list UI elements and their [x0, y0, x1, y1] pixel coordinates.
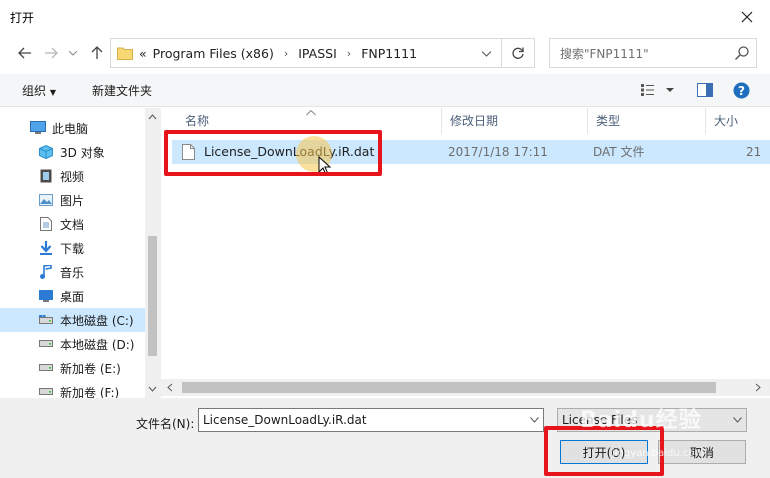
chevron-down-icon	[69, 50, 77, 56]
chevron-down-icon[interactable]	[530, 417, 539, 423]
close-icon	[741, 11, 753, 23]
nav-label: 本地磁盘 (C:)	[60, 313, 134, 328]
drive-icon	[38, 384, 54, 398]
up-button[interactable]	[86, 42, 108, 64]
refresh-icon	[512, 47, 524, 59]
nav-label: 新加卷 (F:)	[60, 385, 120, 399]
chevron-down-icon	[733, 417, 742, 423]
search-input[interactable]: 搜索"FNP1111"	[549, 38, 757, 68]
new-folder-button[interactable]: 新建文件夹	[92, 82, 152, 99]
command-toolbar: 组织 ▼ 新建文件夹 ?	[0, 74, 770, 107]
svg-text:?: ?	[738, 84, 745, 98]
nav-item-pictures[interactable]: 图片	[0, 188, 145, 212]
desktop-icon	[38, 288, 54, 304]
filename-value: License_DownLoadLy.iR.dat	[203, 413, 367, 427]
document-icon	[38, 216, 54, 232]
download-icon	[38, 240, 54, 256]
file-size: 21	[746, 145, 762, 159]
drive-icon	[38, 312, 54, 328]
nav-label: 音乐	[60, 265, 85, 280]
music-icon	[38, 264, 54, 280]
filename-label: 文件名(N):	[136, 417, 195, 431]
file-modified: 2017/1/18 17:11	[448, 145, 548, 159]
drive-icon	[38, 360, 54, 376]
navigation-pane: 此电脑 3D 对象 视频 图片 文档 下载 音乐 桌面 本地磁盘 (C:) 本地…	[0, 108, 160, 398]
search-icon[interactable]	[734, 45, 750, 61]
nav-label: 本地磁盘 (D:)	[60, 337, 135, 352]
preview-pane-button[interactable]	[697, 83, 713, 97]
nav-item-drive-c[interactable]: 本地磁盘 (C:)	[0, 308, 145, 332]
details-view-icon	[641, 84, 674, 96]
forward-button[interactable]	[40, 42, 62, 64]
recent-dropdown-button[interactable]	[62, 42, 84, 64]
nav-label: 视频	[60, 169, 85, 184]
nav-item-downloads[interactable]: 下载	[0, 236, 145, 260]
file-type: DAT 文件	[593, 145, 645, 159]
refresh-button[interactable]	[502, 38, 535, 68]
scroll-left-icon[interactable]	[164, 379, 176, 396]
nav-label: 桌面	[60, 289, 85, 304]
back-button[interactable]	[14, 42, 36, 64]
breadcrumb-overflow[interactable]: «	[139, 46, 147, 61]
breadcrumb-fnp1111[interactable]: FNP1111	[361, 46, 417, 61]
nav-item-drive-d[interactable]: 本地磁盘 (D:)	[0, 332, 145, 356]
highlight-box-file	[164, 130, 382, 176]
scroll-right-icon[interactable]	[752, 379, 764, 396]
watermark-logo: Baidu经验	[580, 408, 702, 433]
breadcrumb-separator: ›	[346, 46, 352, 60]
address-bar[interactable]: « Program Files (x86) › IPASSI › FNP1111	[110, 38, 502, 68]
breadcrumb-ipassi[interactable]: IPASSI	[298, 46, 337, 61]
view-options-button[interactable]	[640, 83, 676, 97]
scroll-up-icon[interactable]	[145, 112, 160, 122]
column-header-modified[interactable]: 修改日期	[442, 108, 588, 134]
horizontal-scroll-thumb[interactable]	[182, 382, 716, 393]
help-button[interactable]: ?	[733, 82, 750, 99]
column-header-type[interactable]: 类型	[588, 108, 706, 134]
nav-item-3d-objects[interactable]: 3D 对象	[0, 140, 145, 164]
filename-input[interactable]: License_DownLoadLy.iR.dat	[198, 408, 544, 432]
nav-item-documents[interactable]: 文档	[0, 212, 145, 236]
close-button[interactable]	[724, 0, 770, 34]
organize-menu-button[interactable]: 组织 ▼	[22, 82, 56, 99]
nav-item-music[interactable]: 音乐	[0, 260, 145, 284]
search-placeholder: 搜索"FNP1111"	[560, 46, 649, 61]
preview-pane-icon	[697, 83, 713, 97]
picture-icon	[38, 192, 54, 208]
nav-label: 图片	[60, 193, 85, 208]
column-header-size[interactable]: 大小	[706, 108, 770, 134]
nav-item-drive-f[interactable]: 新加卷 (F:)	[0, 380, 145, 398]
organize-label: 组织	[22, 84, 47, 98]
video-icon	[38, 168, 54, 184]
nav-item-videos[interactable]: 视频	[0, 164, 145, 188]
watermark-url: jingyan.baidu.com	[612, 448, 705, 459]
title-bar: 打开	[0, 0, 770, 34]
arrow-up-icon	[91, 46, 103, 59]
breadcrumb-separator: ›	[283, 46, 289, 60]
nav-item-desktop[interactable]: 桌面	[0, 284, 145, 308]
nav-label: 新加卷 (E:)	[60, 361, 121, 376]
folder-icon	[117, 47, 133, 60]
nav-item-this-pc[interactable]: 此电脑	[0, 116, 145, 140]
computer-icon	[30, 120, 46, 136]
nav-label: 3D 对象	[60, 145, 105, 160]
help-icon: ?	[733, 82, 750, 99]
arrow-right-icon	[45, 47, 58, 59]
nav-item-drive-e[interactable]: 新加卷 (E:)	[0, 356, 145, 380]
breadcrumb-program-files[interactable]: Program Files (x86)	[153, 46, 274, 61]
nav-label: 此电脑	[52, 121, 89, 136]
address-dropdown-icon[interactable]	[482, 51, 491, 57]
scroll-down-icon[interactable]	[145, 384, 160, 394]
nav-label: 下载	[60, 241, 85, 256]
nav-label: 文档	[60, 217, 85, 232]
nav-scroll-thumb[interactable]	[148, 236, 157, 356]
window-title: 打开	[10, 11, 35, 25]
cube-icon	[38, 144, 54, 160]
drive-icon	[38, 336, 54, 352]
arrow-left-icon	[18, 47, 31, 59]
